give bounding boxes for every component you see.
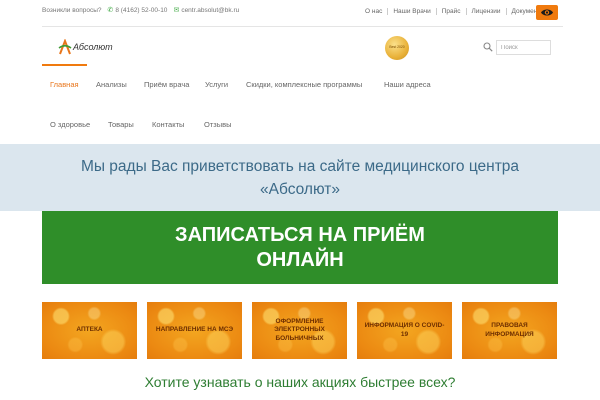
promo-heading: Хотите узнавать о наших акциях быстрее в… bbox=[144, 374, 456, 390]
search-icon[interactable] bbox=[483, 42, 493, 52]
email-link[interactable]: ✉ centr.absolut@bk.ru bbox=[173, 6, 239, 14]
nav-active-indicator bbox=[42, 64, 87, 66]
welcome-banner: Мы рады Вас приветствовать на сайте меди… bbox=[0, 144, 600, 211]
nav-item-doctor[interactable]: Приём врача bbox=[144, 80, 189, 89]
online-appointment-banner[interactable]: ЗАПИСАТЬСЯ НА ПРИЁМ ОНЛАЙН bbox=[42, 211, 558, 284]
nav-item-home[interactable]: Главная bbox=[50, 80, 79, 89]
logo-mark-icon bbox=[58, 39, 72, 55]
welcome-text: Мы рады Вас приветствовать на сайте меди… bbox=[80, 157, 520, 198]
nav-item-addresses[interactable]: Наши адреса bbox=[384, 80, 431, 89]
tile-legal-info-label: Правовая информация bbox=[485, 322, 534, 338]
logo-text: Абсолют bbox=[73, 42, 113, 52]
tile-pharmacy[interactable]: Аптека bbox=[42, 302, 137, 359]
top-bar: Возникли вопросы? ✆ 8 (4162) 52-00-10 ✉ ce… bbox=[0, 0, 600, 26]
tile-mse-referral-label: Направление на МСЭ bbox=[155, 326, 234, 334]
tile-sick-leave-label: Оформление электронных больничных bbox=[274, 317, 325, 342]
top-divider bbox=[42, 26, 563, 27]
tile-legal-info[interactable]: Правовая информация bbox=[462, 302, 557, 359]
questions-label: Возникли вопросы? bbox=[42, 6, 102, 14]
nav-item-tests[interactable]: Анализы bbox=[96, 80, 127, 89]
search-input[interactable] bbox=[496, 40, 551, 55]
site-logo[interactable]: Абсолют bbox=[58, 38, 113, 56]
top-link-licenses[interactable]: Лицензии bbox=[465, 8, 506, 15]
award-badge: Best 2020 bbox=[385, 36, 409, 60]
tile-covid-info[interactable]: Информация о COVID-19 bbox=[357, 302, 452, 359]
nav-item-services[interactable]: Услуги bbox=[205, 80, 228, 89]
top-link-about[interactable]: О нас bbox=[360, 8, 387, 15]
nav-item-discounts[interactable]: Скидки, комплексные программы bbox=[246, 80, 362, 89]
page: Возникли вопросы? ✆ 8 (4162) 52-00-10 ✉ ce… bbox=[0, 0, 600, 400]
mail-icon: ✉ bbox=[173, 7, 180, 14]
top-link-doctors[interactable]: Наши Врачи bbox=[387, 8, 435, 15]
top-links: О нас Наши Врачи Прайс Лицензии Документ… bbox=[360, 8, 550, 15]
phone-link[interactable]: ✆ 8 (4162) 52-00-10 bbox=[108, 6, 168, 14]
tile-pharmacy-label: Аптека bbox=[76, 326, 103, 334]
tile-covid-info-label: Информация о COVID-19 bbox=[364, 322, 445, 338]
award-badge-text: Best 2020 bbox=[389, 45, 405, 50]
eye-icon bbox=[541, 9, 553, 16]
online-appointment-label: ЗАПИСАТЬСЯ НА ПРИЁМ ОНЛАЙН bbox=[175, 223, 425, 271]
nav-item-goods[interactable]: Товары bbox=[108, 120, 134, 129]
tile-mse-referral[interactable]: Направление на МСЭ bbox=[147, 302, 242, 359]
accessibility-button[interactable] bbox=[536, 5, 558, 20]
email-address: centr.absolut@bk.ru bbox=[181, 7, 240, 14]
tile-sick-leave[interactable]: Оформление электронных больничных bbox=[252, 302, 347, 359]
nav-item-health[interactable]: О здоровье bbox=[50, 120, 90, 129]
phone-number: 8 (4162) 52-00-10 bbox=[115, 7, 168, 14]
nav-item-contacts[interactable]: Контакты bbox=[152, 120, 184, 129]
contact-info: Возникли вопросы? ✆ 8 (4162) 52-00-10 ✉ ce… bbox=[42, 6, 239, 15]
nav-item-reviews[interactable]: Отзывы bbox=[204, 120, 231, 129]
top-link-price[interactable]: Прайс bbox=[435, 8, 466, 15]
phone-icon: ✆ bbox=[107, 7, 114, 14]
